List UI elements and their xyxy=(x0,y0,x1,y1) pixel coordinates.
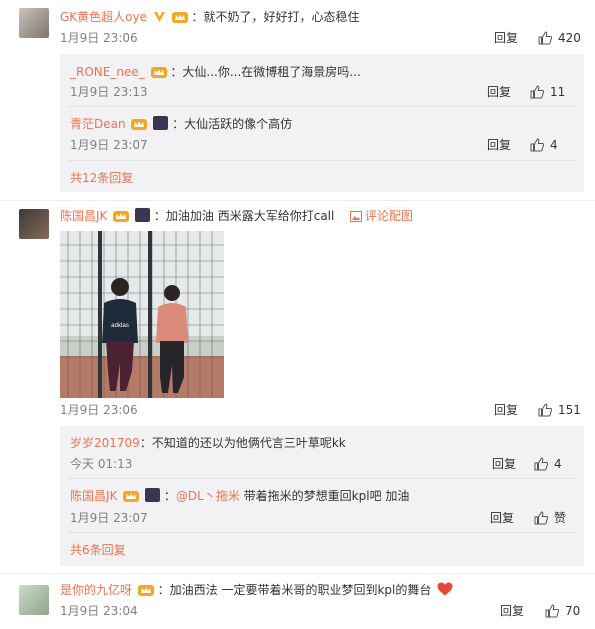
avatar[interactable] xyxy=(19,585,49,615)
heart-icon xyxy=(437,582,453,596)
thumb-up-icon xyxy=(545,604,559,618)
comment-line: 是你的九亿呀 ：加油西法 一定要带着米哥的职业梦回到kpl的舞台 xyxy=(60,582,453,598)
reply-button[interactable]: 回复 xyxy=(500,603,524,619)
like-button[interactable]: 70 xyxy=(545,603,580,619)
like-count: 70 xyxy=(565,604,581,618)
comment-time: 1月9日 23:04 xyxy=(60,604,138,618)
comment-username[interactable]: 是你的九亿呀 xyxy=(60,583,132,597)
vip-crown-icon xyxy=(137,585,154,596)
comment-item: 是你的九亿呀 ：加油西法 一定要带着米哥的职业梦回到kpl的舞台 1月9日 23… xyxy=(0,0,595,629)
comment-text: ：加油西法 一定要带着米哥的职业梦回到kpl的舞台 xyxy=(157,583,432,597)
